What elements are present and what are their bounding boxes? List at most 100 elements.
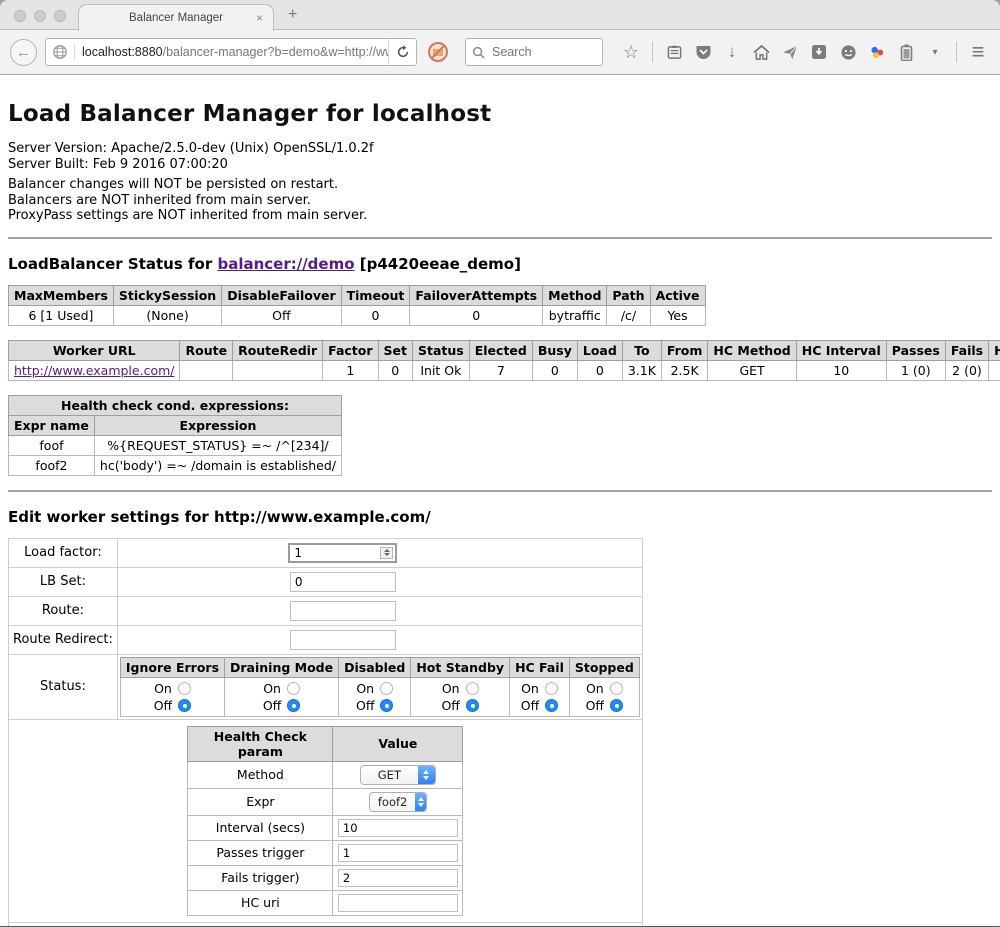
status-row: Status: Ignore Errors Draining Mode Disa… (9, 654, 643, 719)
reload-icon (396, 45, 410, 59)
reading-list-icon[interactable] (664, 42, 684, 62)
pocket-icon[interactable] (693, 42, 713, 62)
search-icon (472, 46, 485, 59)
server-version-line: Server Version: Apache/2.5.0-dev (Unix) … (8, 141, 992, 157)
messenger-icon[interactable] (838, 42, 858, 62)
worker-table: Worker URL Route RouteRedir Factor Set S… (8, 340, 1000, 381)
hot-standby-on-radio[interactable] (466, 682, 479, 695)
hc-expressions-table: Health check cond. expressions: Expr nam… (8, 395, 342, 476)
table-header-row: MaxMembers StickySession DisableFailover… (9, 285, 706, 305)
field-label: Route: (9, 596, 118, 625)
reload-button[interactable] (388, 39, 416, 65)
hc-params-row: Health Check param Value Method GET (9, 719, 643, 922)
downloads-icon[interactable]: ↓ (722, 42, 742, 62)
ignore-errors-on-radio[interactable] (178, 682, 191, 695)
browser-window: Balancer Manager × + ← localhost:8880/ba… (0, 0, 1000, 927)
page-title: Load Balancer Manager for localhost (8, 101, 992, 127)
balancer-link[interactable]: balancer://demo (217, 255, 354, 273)
hc-uri-input[interactable] (338, 894, 458, 912)
hc-expr-select[interactable]: foof2 (369, 792, 427, 812)
blocked-content-icon[interactable] (427, 41, 449, 63)
load-factor-input-wrap (288, 543, 397, 563)
url-path: /balancer-manager?b=demo&w=http://www.ex… (163, 45, 388, 59)
worker-url-link[interactable]: http://www.example.com/ (14, 363, 174, 378)
search-bar[interactable] (465, 38, 603, 66)
select-arrows-icon (415, 793, 426, 811)
menu-icon[interactable]: ≡ (968, 42, 988, 62)
home-icon[interactable] (751, 42, 771, 62)
bookmark-star-icon[interactable]: ☆ (621, 42, 641, 62)
back-button[interactable]: ← (10, 39, 37, 66)
hc-fails-input[interactable] (338, 869, 458, 887)
toolbar-icons: ☆ ↓ (621, 42, 1000, 62)
field-label: Route Redirect: (9, 625, 118, 654)
hc-interval-row: Interval (secs) (188, 815, 463, 840)
status-label: Status: (9, 654, 118, 719)
toolbar-separator (956, 42, 957, 62)
table-row: foof %{REQUEST_STATUS} =~ /^[234]/ (9, 435, 342, 455)
back-icon: ← (16, 44, 31, 61)
warning-line: ProxyPass settings are NOT inherited fro… (8, 208, 992, 224)
browser-tab[interactable]: Balancer Manager × (78, 4, 274, 31)
stopped-on-radio[interactable] (610, 682, 623, 695)
lb-set-row: LB Set: (9, 567, 643, 596)
draining-mode-off-radio[interactable] (287, 699, 300, 712)
balancer-status-heading: LoadBalancer Status for balancer://demo … (8, 255, 992, 273)
navigation-toolbar: ← localhost:8880/balancer-manager?b=demo… (0, 30, 1000, 75)
field-label: Load factor: (9, 538, 118, 567)
select-arrows-icon (418, 766, 435, 784)
tab-bar: Balancer Manager × + (0, 0, 1000, 30)
save-page-icon[interactable] (809, 42, 829, 62)
hc-passes-input[interactable] (338, 844, 458, 862)
warning-line: Balancers are NOT inherited from main se… (8, 193, 992, 209)
tab-title: Balancer Manager (129, 12, 223, 24)
hc-fail-off-radio[interactable] (545, 699, 558, 712)
tab-close-icon[interactable]: × (256, 11, 263, 25)
url-domain: localhost:8880 (82, 45, 163, 59)
route-redirect-row: Route Redirect: (9, 625, 643, 654)
search-input[interactable] (490, 44, 580, 60)
status-header-row: Ignore Errors Draining Mode Disabled Hot… (120, 657, 639, 677)
load-factor-input[interactable] (290, 545, 378, 561)
table-title-row: Health check cond. expressions: (9, 395, 342, 415)
number-spinner[interactable] (380, 547, 393, 559)
window-controls[interactable] (14, 10, 66, 22)
palette-extension-icon[interactable] (867, 42, 887, 62)
toolbar-separator (652, 42, 653, 62)
route-input[interactable] (290, 601, 396, 621)
hc-method-select[interactable]: GET (360, 765, 436, 785)
worker-row: http://www.example.com/ 1 0 Init Ok 7 0 … (9, 360, 1000, 380)
window-zoom-button[interactable] (54, 10, 66, 22)
hc-passes-row: Passes trigger (188, 840, 463, 865)
route-redirect-input[interactable] (290, 630, 396, 650)
hc-params-table: Health Check param Value Method GET (187, 726, 463, 916)
hc-header-row: Health Check param Value (188, 726, 463, 761)
disabled-on-radio[interactable] (380, 682, 393, 695)
server-built-line: Server Built: Feb 9 2016 07:00:20 (8, 157, 992, 173)
overflow-caret-icon[interactable]: ▾ (925, 42, 945, 62)
hc-interval-input[interactable] (338, 819, 458, 837)
url-bar[interactable]: localhost:8880/balancer-manager?b=demo&w… (45, 38, 417, 66)
ignore-errors-off-radio[interactable] (178, 699, 191, 712)
status-table: Ignore Errors Draining Mode Disabled Hot… (120, 657, 640, 717)
disabled-off-radio[interactable] (380, 699, 393, 712)
edit-worker-form: Load factor: LB Set: Route: Route Redire… (8, 538, 643, 927)
globe-icon (52, 44, 68, 60)
url-text[interactable]: localhost:8880/balancer-manager?b=demo&w… (75, 45, 388, 59)
send-tab-icon[interactable] (780, 42, 800, 62)
window-minimize-button[interactable] (34, 10, 46, 22)
window-close-button[interactable] (14, 10, 26, 22)
new-tab-button[interactable]: + (288, 6, 297, 24)
battery-extension-icon[interactable] (896, 42, 916, 62)
route-row: Route: (9, 596, 643, 625)
hc-fail-on-radio[interactable] (545, 682, 558, 695)
hc-uri-row: HC uri (188, 890, 463, 915)
draining-mode-on-radio[interactable] (287, 682, 300, 695)
table-row: 6 [1 Used] (None) Off 0 0 bytraffic /c/ … (9, 305, 706, 325)
hot-standby-off-radio[interactable] (466, 699, 479, 712)
site-identity[interactable] (46, 44, 75, 60)
table-header-row: Worker URL Route RouteRedir Factor Set S… (9, 340, 1000, 360)
stopped-off-radio[interactable] (610, 699, 623, 712)
lb-set-input[interactable] (290, 572, 396, 592)
status-radio-row: On Off On Off On Off (120, 677, 639, 716)
